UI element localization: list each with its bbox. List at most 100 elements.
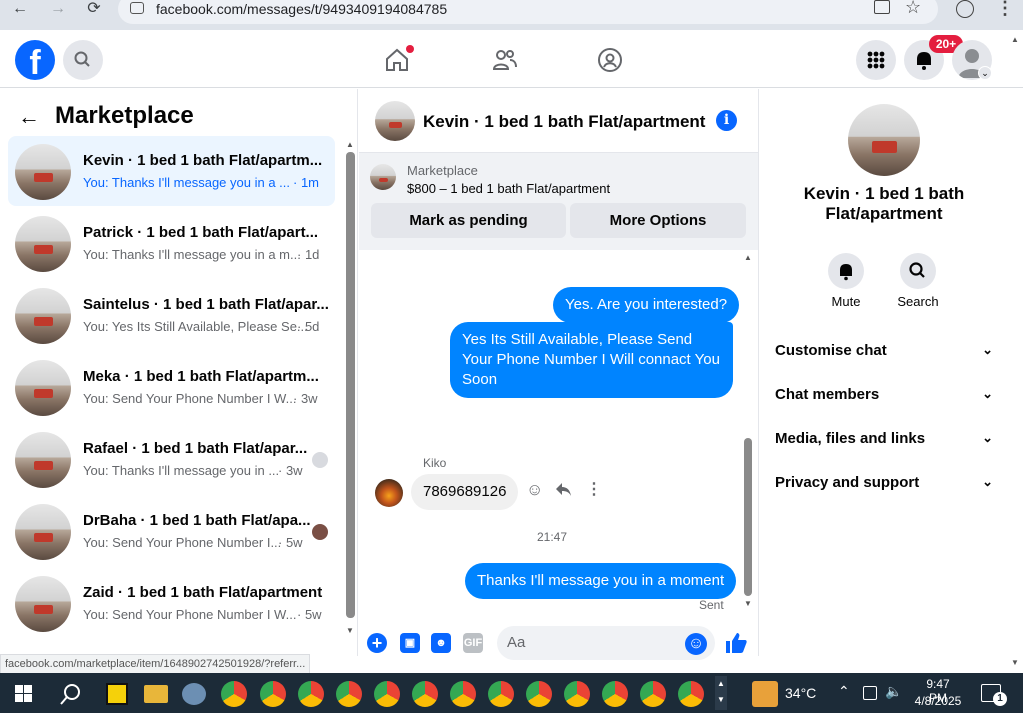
more-options-button[interactable]: More Options xyxy=(570,203,746,238)
install-app-icon[interactable] xyxy=(874,0,890,14)
search-button[interactable] xyxy=(63,40,103,80)
chrome-icon[interactable] xyxy=(336,681,362,707)
chrome-icon[interactable] xyxy=(412,681,438,707)
conversation-preview: You: Yes Its Still Available, Please Se.… xyxy=(83,319,308,334)
photo-icon[interactable]: ▣ xyxy=(400,633,420,653)
weather-icon[interactable] xyxy=(752,681,778,707)
url-text[interactable]: facebook.com/messages/t/9493409194084785 xyxy=(156,0,447,18)
chrome-icon[interactable] xyxy=(564,681,590,707)
reload-icon[interactable]: ⟳ xyxy=(80,0,108,18)
sender-avatar[interactable] xyxy=(375,479,403,507)
sender-name: Kiko xyxy=(423,456,447,470)
listing-description[interactable]: $800 – 1 bed 1 bath Flat/apartment xyxy=(407,181,610,196)
tray-chevron-up-icon[interactable]: ⌃ xyxy=(838,683,850,700)
menu-kebab-icon[interactable]: ⋮ xyxy=(996,0,1014,19)
section-label: Privacy and support xyxy=(775,474,920,491)
listing-thumbnail xyxy=(15,360,71,416)
plus-icon[interactable]: + xyxy=(367,633,387,653)
page-scroll-up-icon[interactable]: ▲ xyxy=(1011,35,1019,44)
read-receipt-avatar xyxy=(312,452,328,468)
info-icon[interactable]: i xyxy=(716,110,737,131)
forward-arrow-icon[interactable]: → xyxy=(44,0,72,18)
bookmark-star-icon[interactable]: ☆ xyxy=(905,0,921,18)
chrome-icon[interactable] xyxy=(298,681,324,707)
chrome-icon[interactable] xyxy=(526,681,552,707)
file-explorer-icon[interactable] xyxy=(144,685,168,703)
customise-chat-section[interactable]: Customise chat ⌄ xyxy=(775,342,993,359)
mark-as-pending-button[interactable]: Mark as pending xyxy=(371,203,566,238)
messages-scrollbar[interactable] xyxy=(744,438,752,596)
chrome-icon[interactable] xyxy=(221,681,247,707)
privacy-support-section[interactable]: Privacy and support ⌄ xyxy=(775,474,993,491)
windows-start-icon[interactable] xyxy=(15,685,32,707)
site-info-icon[interactable] xyxy=(130,2,144,14)
chrome-icon[interactable] xyxy=(640,681,666,707)
chat-title[interactable]: Kevin · 1 bed 1 bath Flat/apartment xyxy=(423,112,705,132)
facebook-logo-icon[interactable]: f xyxy=(15,40,55,80)
chrome-icon[interactable] xyxy=(602,681,628,707)
search-icon xyxy=(74,51,90,67)
profile-icon[interactable] xyxy=(956,0,974,18)
conversation-time: · 5w xyxy=(297,607,322,622)
sticker-icon[interactable]: ☻ xyxy=(431,633,451,653)
groups-icon[interactable] xyxy=(597,47,623,78)
chrome-icon[interactable] xyxy=(488,681,514,707)
clock-date[interactable]: 4/8/2025 xyxy=(910,694,966,708)
taskbar-scroll-icon[interactable]: ▲ ▼ xyxy=(715,676,727,710)
more-actions-icon[interactable]: ⋮ xyxy=(586,479,602,499)
conversation-preview: You: Send Your Phone Number I W... xyxy=(83,391,297,406)
bell-icon xyxy=(840,264,852,281)
message-status: Sent xyxy=(699,598,724,612)
listing-thumbnail xyxy=(15,576,71,632)
chat-avatar[interactable] xyxy=(375,101,415,141)
chat-members-section[interactable]: Chat members ⌄ xyxy=(775,386,993,403)
chrome-icon[interactable] xyxy=(678,681,704,707)
message-input[interactable]: Aa xyxy=(497,626,715,660)
conversation-preview: You: Thanks I'll message you in a ... xyxy=(83,175,290,190)
menu-button[interactable] xyxy=(856,40,896,80)
conversation-preview: You: Thanks I'll message you in a m... xyxy=(83,247,301,262)
friends-icon[interactable] xyxy=(492,48,518,77)
back-arrow-icon[interactable]: ← xyxy=(6,0,34,18)
scroll-up-arrow-icon[interactable]: ▲ xyxy=(346,140,354,149)
gif-icon[interactable]: GIF xyxy=(463,633,483,653)
scroll-down-arrow-icon[interactable]: ▼ xyxy=(346,626,354,635)
outgoing-message: Yes. Are you interested? xyxy=(553,287,740,323)
conversation-name: Rafael · 1 bed 1 bath Flat/apar... xyxy=(83,440,308,457)
listing-thumbnail xyxy=(15,144,71,200)
volume-icon[interactable]: 🔈 xyxy=(885,683,902,700)
conversation-time: · 1d xyxy=(297,247,320,262)
listing-thumbnail xyxy=(15,216,71,272)
account-chevron-icon[interactable]: ⌄ xyxy=(978,66,992,80)
scroll-up-arrow-icon[interactable]: ▲ xyxy=(744,253,752,262)
scroll-down-arrow-icon[interactable]: ▼ xyxy=(744,599,752,608)
conversation-list-scrollbar[interactable] xyxy=(346,152,355,618)
back-arrow-icon[interactable]: ← xyxy=(18,104,40,130)
chrome-icon[interactable] xyxy=(374,681,400,707)
incoming-message: 7869689126 xyxy=(411,474,519,510)
emoji-icon[interactable]: ☺ xyxy=(685,633,707,655)
thumbs-up-icon[interactable] xyxy=(724,631,748,660)
paint-app-icon[interactable] xyxy=(182,683,206,705)
search-in-chat-button[interactable] xyxy=(900,253,936,289)
taskbar-search-icon[interactable] xyxy=(58,681,84,712)
weather-temperature[interactable]: 34°C xyxy=(785,685,816,701)
media-files-links-section[interactable]: Media, files and links ⌄ xyxy=(775,430,993,447)
react-emoji-icon[interactable]: ☺ xyxy=(526,480,543,500)
sticky-notes-icon[interactable] xyxy=(106,683,128,705)
mute-button[interactable] xyxy=(828,253,864,289)
chrome-icon[interactable] xyxy=(450,681,476,707)
outgoing-message: Thanks I'll message you in a moment xyxy=(465,563,737,599)
network-icon[interactable] xyxy=(863,686,877,700)
conversation-name: Kevin · 1 bed 1 bath Flat/apartm... xyxy=(83,152,323,169)
search-label: Search xyxy=(897,294,939,309)
listing-category: Marketplace xyxy=(407,163,478,178)
page-scroll-down-icon[interactable]: ▼ xyxy=(1011,658,1019,667)
chevron-down-icon: ⌄ xyxy=(982,474,993,489)
chevron-down-icon: ⌄ xyxy=(982,430,993,445)
reply-icon[interactable] xyxy=(554,480,572,503)
listing-thumbnail[interactable] xyxy=(370,164,396,190)
search-icon xyxy=(909,262,925,278)
details-avatar[interactable] xyxy=(848,104,920,176)
chrome-icon[interactable] xyxy=(260,681,286,707)
